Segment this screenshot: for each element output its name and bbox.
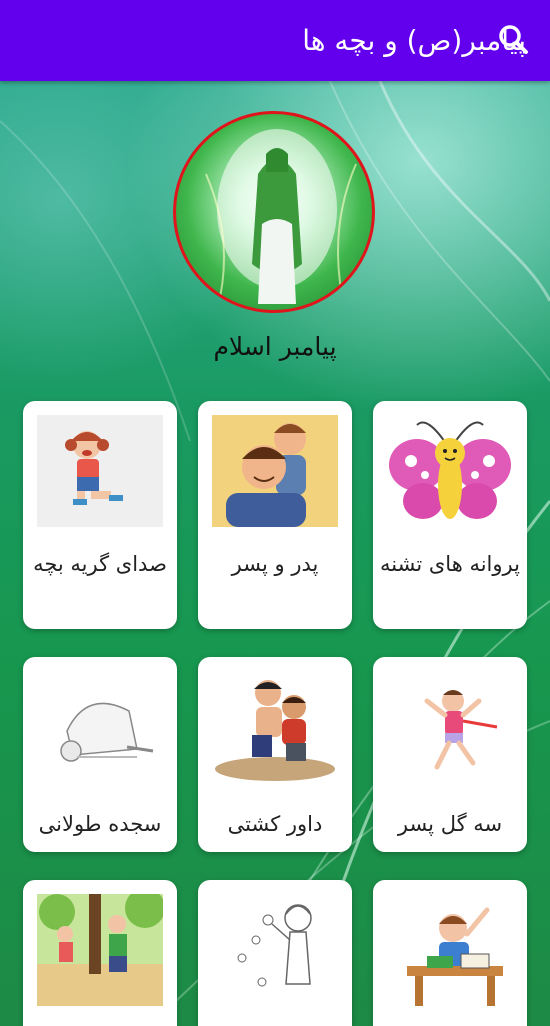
card-three-flowers-boy[interactable]: سه گل پسر: [373, 657, 527, 852]
app-bar: پیامبر(ص) و بچه ها: [0, 0, 550, 81]
butterfly-illustration: [387, 415, 513, 527]
card-wrestling-referee[interactable]: داور کشتی: [198, 657, 352, 852]
children-in-park-illustration: [37, 888, 165, 1006]
student-at-desk-illustration: [387, 894, 513, 1006]
card-label: سه گل پسر: [397, 812, 503, 836]
card-label: پدر و پسر: [231, 552, 319, 576]
profile-name: پیامبر اسلام: [213, 332, 337, 361]
wrestling-boys-illustration: [212, 671, 338, 783]
card-label: سجده طولانی: [38, 812, 162, 836]
card-label: داور کشتی: [227, 812, 323, 836]
app-title: پیامبر(ص) و بچه ها: [302, 24, 526, 57]
running-boy-illustration: [387, 671, 513, 783]
coloring-girl-illustration: [212, 894, 338, 1006]
father-son-illustration: [212, 415, 338, 527]
card-father-and-son[interactable]: پدر و پسر: [198, 401, 352, 629]
card-children-in-park[interactable]: [23, 880, 177, 1026]
crying-girl-illustration: [37, 415, 163, 527]
card-label: صدای گریه بچه: [33, 552, 167, 576]
praying-man-illustration: [37, 671, 163, 783]
card-long-prostration[interactable]: سجده طولانی: [23, 657, 177, 852]
card-thirsty-butterflies[interactable]: پروانه های تشنه: [373, 401, 527, 629]
card-student-at-desk[interactable]: [373, 880, 527, 1026]
card-coloring-girl[interactable]: [198, 880, 352, 1026]
prophet-avatar[interactable]: [173, 111, 375, 313]
card-baby-crying[interactable]: صدای گریه بچه: [23, 401, 177, 629]
card-label: پروانه های تشنه: [380, 552, 520, 576]
search-icon[interactable]: [496, 22, 532, 58]
